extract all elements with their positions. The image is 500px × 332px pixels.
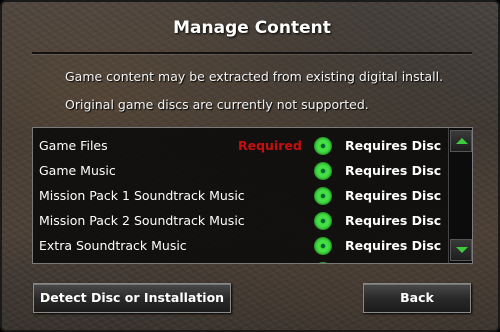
scroll-up-button[interactable] <box>450 130 472 152</box>
list-item-game-files[interactable]: Game Files Required Requires Disc <box>33 132 448 157</box>
required-tag: Required <box>238 138 302 153</box>
arrow-up-icon <box>456 138 468 144</box>
back-button[interactable]: Back <box>363 283 471 313</box>
arrow-down-icon <box>456 247 468 253</box>
detect-disc-button[interactable]: Detect Disc or Installation <box>33 283 231 313</box>
green-disc-icon <box>314 187 332 205</box>
list-item-name: Game Files <box>39 138 108 153</box>
content-list: Game Files Required Requires Disc Game M… <box>32 127 473 264</box>
list-item-name: Extra Soundtrack Music <box>39 238 187 253</box>
dialog-title: Manage Content <box>173 18 331 38</box>
list-item-name: Mission Pack 1 Soundtrack Music <box>39 188 245 203</box>
list-item-status: Requires Disc <box>345 213 442 228</box>
title-divider <box>32 52 472 54</box>
list-item-status: Requires Disc <box>345 188 442 203</box>
description-line-2: Original game discs are currently not su… <box>65 97 369 112</box>
list-item-status: Requires Disc <box>345 238 442 253</box>
list-item-name: Game Music <box>39 163 116 178</box>
scroll-down-button[interactable] <box>450 239 472 261</box>
list-item-mission-pack-1[interactable]: Mission Pack 1 Soundtrack Music Requires… <box>33 182 448 207</box>
content-list-viewport: Game Files Required Requires Disc Game M… <box>33 128 448 263</box>
list-scrollbar[interactable] <box>448 128 472 263</box>
list-item-extra-soundtrack[interactable]: Extra Soundtrack Music Requires Disc <box>33 232 448 257</box>
description-line-1: Game content may be extracted from exist… <box>65 69 444 84</box>
manage-content-dialog: Manage Content Game content may be extra… <box>0 0 500 332</box>
list-item-game-music[interactable]: Game Music Requires Disc <box>33 157 448 182</box>
list-item-mission-pack-2[interactable]: Mission Pack 2 Soundtrack Music Requires… <box>33 207 448 232</box>
green-disc-icon <box>314 212 332 230</box>
list-item-partial <box>33 257 448 263</box>
list-item-name: Mission Pack 2 Soundtrack Music <box>39 213 245 228</box>
green-disc-icon <box>314 262 332 263</box>
list-item-status: Requires Disc <box>345 138 442 153</box>
list-item-status: Requires Disc <box>345 163 442 178</box>
green-disc-icon <box>314 162 332 180</box>
green-disc-icon <box>314 237 332 255</box>
green-disc-icon <box>314 137 332 155</box>
